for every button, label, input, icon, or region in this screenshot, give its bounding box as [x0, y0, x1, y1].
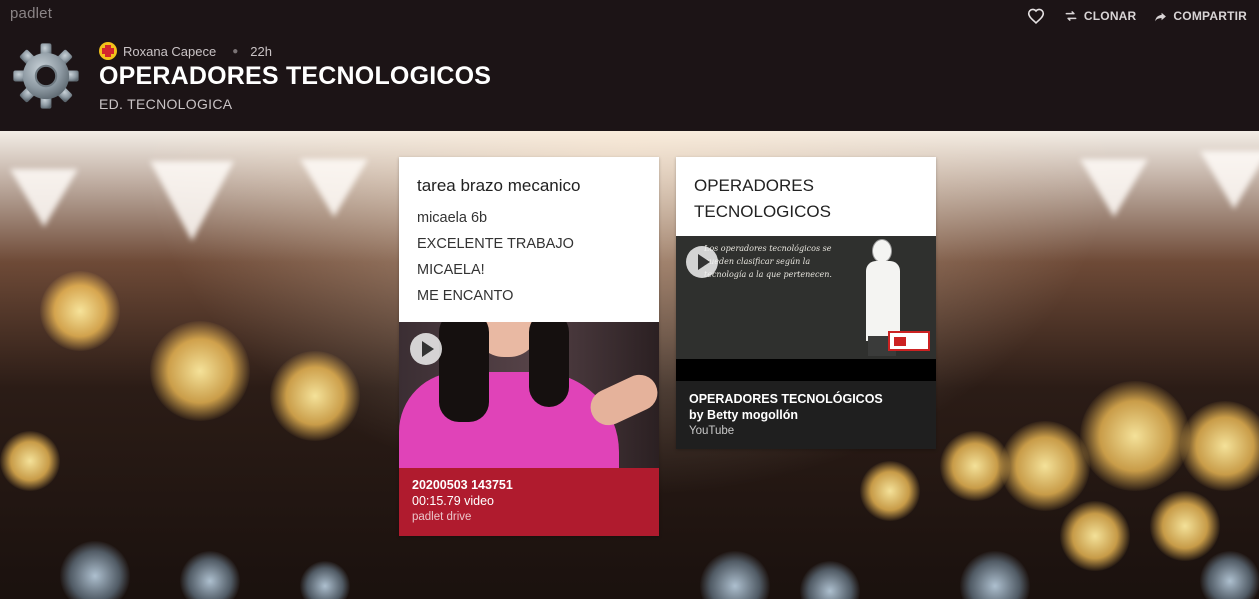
post-card[interactable]: tarea brazo mecanico micaela 6b EXCELENT…	[399, 157, 659, 536]
clone-label: CLONAR	[1083, 9, 1137, 23]
gear-icon	[13, 43, 79, 109]
attachment-title: 20200503 143751	[412, 478, 513, 492]
post-body-line: micaela 6b	[417, 210, 488, 226]
board-header: padlet CLONAR COMPARTIR Roxana Capece ● …	[0, 0, 1259, 131]
bokeh-light	[700, 551, 770, 599]
wallpaper-light	[300, 159, 368, 217]
wallpaper-light	[1200, 151, 1259, 209]
video-thumbnail[interactable]: Los operadores tecnológicos se pueden cl…	[676, 236, 936, 381]
top-actions: CLONAR COMPARTIR	[1026, 6, 1247, 26]
play-icon[interactable]	[686, 246, 718, 278]
post-body-line: MICAELA!	[417, 262, 485, 278]
bokeh-light	[40, 271, 120, 351]
share-icon	[1155, 12, 1167, 21]
clone-icon	[1065, 11, 1077, 21]
post-body-line: ME ENCANTO	[417, 288, 514, 304]
clone-button[interactable]: CLONAR	[1064, 9, 1137, 23]
wallpaper-light	[10, 169, 78, 227]
padlet-page: padlet CLONAR COMPARTIR Roxana Capece ● …	[0, 0, 1259, 599]
wallpaper-light	[150, 161, 234, 241]
channel-logo	[888, 331, 930, 351]
bokeh-light	[150, 321, 250, 421]
post-body: micaela 6b EXCELENTE TRABAJO MICAELA! ME…	[399, 199, 659, 309]
like-button[interactable]	[1026, 6, 1046, 26]
avatar[interactable]	[99, 42, 117, 60]
attachment-info[interactable]: OPERADORES TECNOLÓGICOS by Betty mogolló…	[676, 381, 936, 449]
bokeh-light	[0, 431, 60, 491]
heart-icon	[1027, 8, 1044, 24]
post-card[interactable]: OPERADORES TECNOLOGICOS Los operadores t…	[676, 157, 936, 449]
video-thumbnail-text: Los operadores tecnológicos se pueden cl…	[704, 244, 832, 279]
attachment-subtitle: by Betty mogollón	[689, 408, 799, 422]
post-title: tarea brazo mecanico	[417, 176, 581, 195]
bokeh-light	[800, 561, 860, 599]
bokeh-light	[180, 551, 240, 599]
bokeh-light	[1080, 381, 1190, 491]
page-subtitle: ED. TECNOLOGICA	[99, 96, 233, 112]
bokeh-light	[1180, 401, 1259, 491]
attachment-info[interactable]: 20200503 143751 00:15.79 video padlet dr…	[399, 468, 659, 536]
post-meta: Roxana Capece ● 22h	[99, 42, 272, 60]
attachment-source: YouTube	[689, 425, 735, 437]
bokeh-light	[960, 551, 1030, 599]
post-body-line: EXCELENTE TRABAJO	[417, 236, 574, 252]
attachment-source: padlet drive	[412, 511, 472, 523]
bokeh-light	[1060, 501, 1130, 571]
wallpaper-light	[1080, 159, 1148, 217]
bokeh-light	[270, 351, 360, 441]
brand-logo[interactable]: padlet	[10, 5, 52, 22]
meta-separator: ●	[232, 45, 239, 57]
share-label: COMPARTIR	[1173, 9, 1247, 23]
video-thumbnail[interactable]	[399, 322, 659, 468]
attachment-title: OPERADORES TECNOLÓGICOS	[689, 392, 883, 406]
play-icon[interactable]	[410, 333, 442, 365]
page-title: OPERADORES TECNOLOGICOS	[99, 62, 492, 90]
attachment-subtitle: 00:15.79 video	[412, 494, 495, 508]
share-button[interactable]: COMPARTIR	[1154, 9, 1247, 23]
post-title: OPERADORES TECNOLOGICOS	[694, 176, 831, 221]
bokeh-light	[1150, 491, 1220, 561]
bokeh-light	[60, 541, 130, 599]
time-ago: 22h	[250, 43, 272, 59]
bokeh-light	[300, 561, 350, 599]
bokeh-light	[1200, 551, 1259, 599]
bokeh-light	[860, 461, 920, 521]
bokeh-light	[1000, 421, 1090, 511]
author-name[interactable]: Roxana Capece	[123, 44, 216, 59]
